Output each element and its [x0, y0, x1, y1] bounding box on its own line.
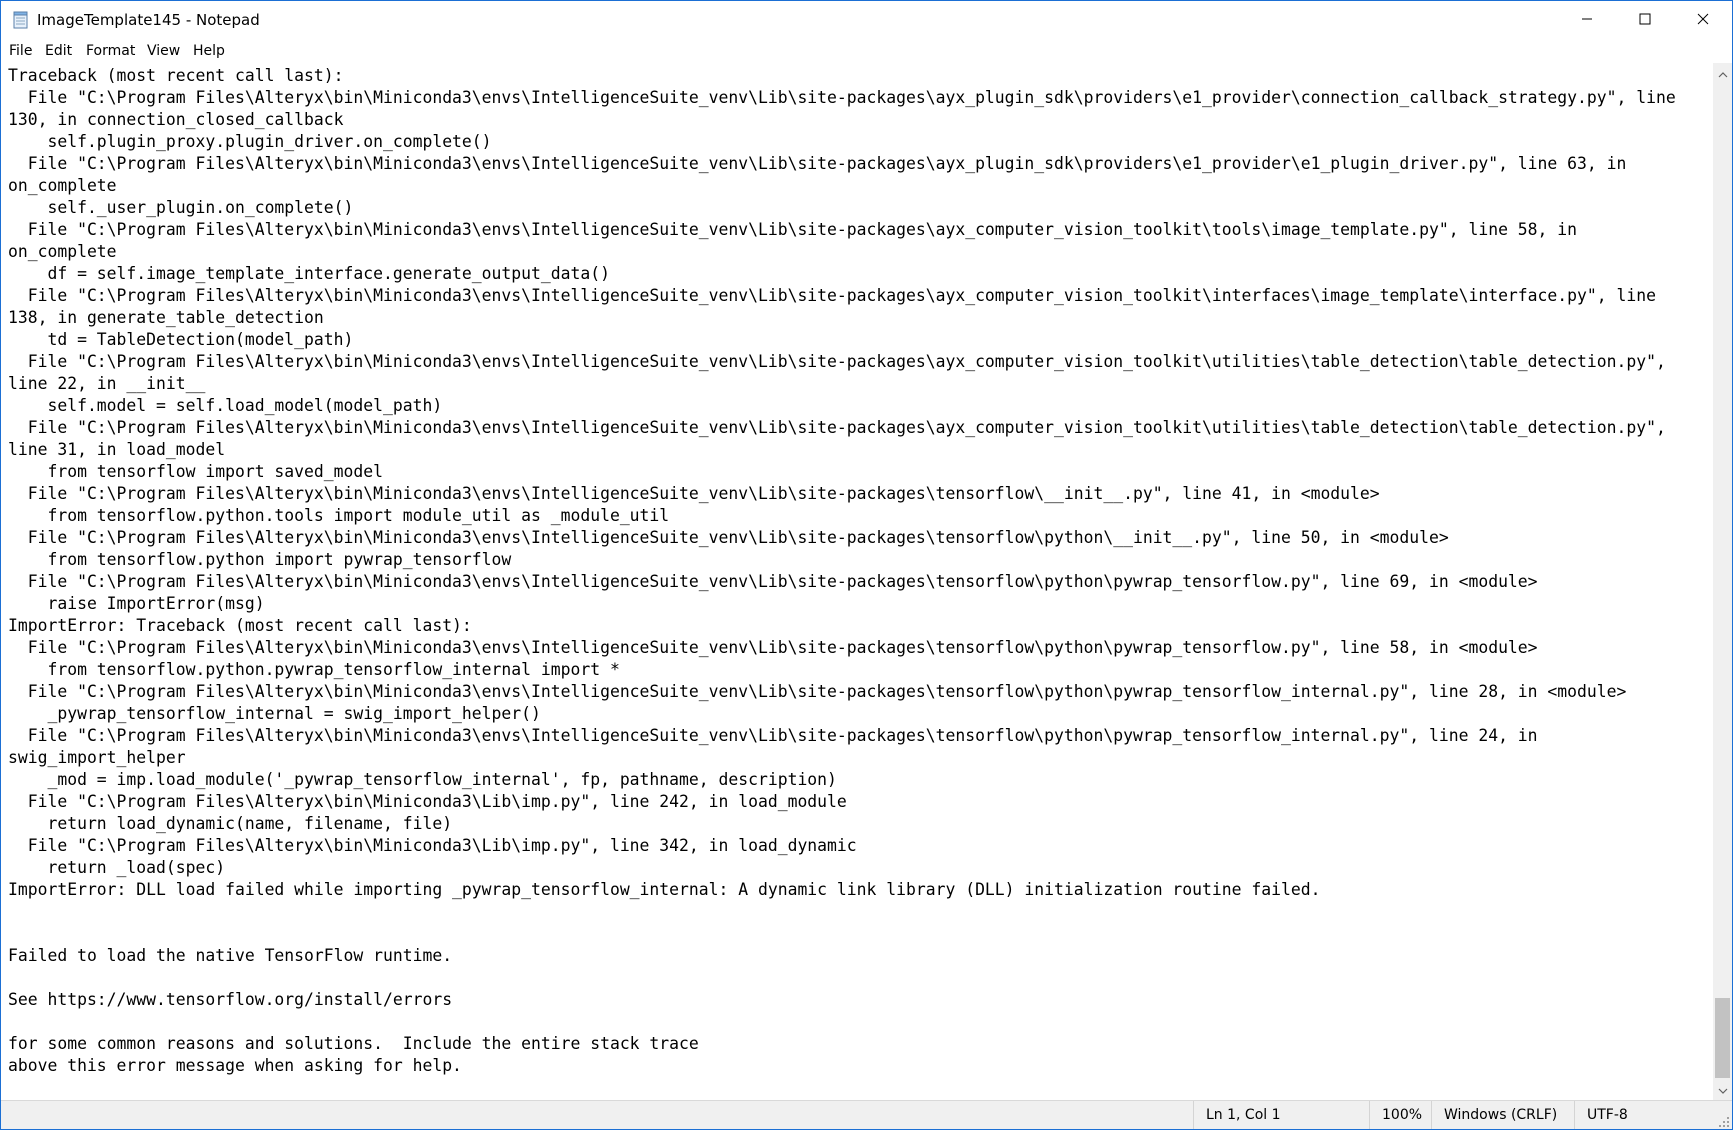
vertical-scrollbar[interactable] — [1713, 63, 1732, 1100]
status-bar: Ln 1, Col 1 100% Windows (CRLF) UTF-8 — [1, 1100, 1732, 1129]
window-title: ImageTemplate145 - Notepad — [37, 11, 260, 29]
notepad-icon[interactable] — [13, 11, 29, 29]
close-button[interactable] — [1674, 1, 1732, 39]
resize-grip-icon[interactable] — [1718, 1116, 1730, 1128]
menu-view[interactable]: View — [147, 43, 180, 59]
close-icon — [1697, 11, 1709, 29]
status-encoding: UTF-8 — [1574, 1101, 1732, 1129]
maximize-button[interactable] — [1616, 1, 1674, 39]
menu-format[interactable]: Format — [86, 43, 135, 59]
maximize-icon — [1639, 11, 1651, 29]
chevron-down-icon — [1718, 1081, 1728, 1099]
scroll-down-button[interactable] — [1713, 1081, 1732, 1098]
editor-text[interactable]: Traceback (most recent call last): File … — [8, 65, 1676, 1077]
status-line-ending: Windows (CRLF) — [1431, 1101, 1587, 1129]
chevron-up-icon — [1718, 65, 1728, 83]
menu-help[interactable]: Help — [193, 43, 225, 59]
title-bar[interactable]: ImageTemplate145 - Notepad — [1, 1, 1732, 39]
status-cursor-position: Ln 1, Col 1 — [1193, 1101, 1374, 1129]
notepad-window: ImageTemplate145 - Notepad File Edit For… — [0, 0, 1733, 1130]
menu-file[interactable]: File — [9, 43, 32, 59]
text-editor[interactable]: Traceback (most recent call last): File … — [1, 63, 1713, 1100]
minimize-button[interactable] — [1558, 1, 1616, 39]
scroll-thumb[interactable] — [1715, 998, 1730, 1078]
scroll-up-button[interactable] — [1713, 65, 1732, 82]
menu-bar: File Edit Format View Help — [1, 39, 1732, 63]
minimize-icon — [1581, 11, 1593, 29]
menu-edit[interactable]: Edit — [45, 43, 72, 59]
